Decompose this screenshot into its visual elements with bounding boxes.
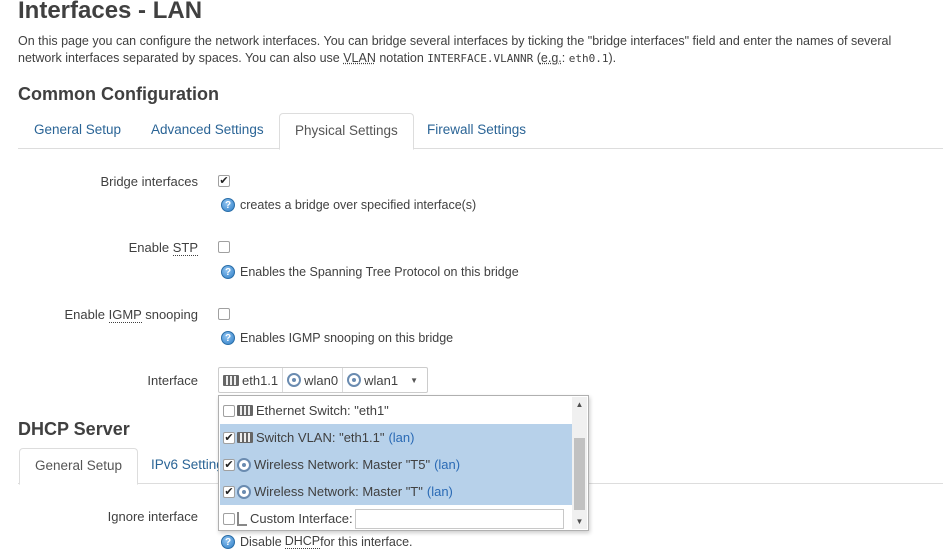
stp-abbr: STP <box>172 240 198 256</box>
option-checkbox[interactable]: ✔ <box>223 431 235 444</box>
option-label: Custom Interface: <box>250 511 353 526</box>
enable-stp-checkbox[interactable] <box>218 241 230 253</box>
wireless-icon <box>237 484 251 499</box>
enable-igmp-hint-text: Enables IGMP snooping on this bridge <box>240 331 454 345</box>
vlan-abbr: VLAN <box>343 51 376 65</box>
option-label: Ethernet Switch: "eth1" <box>256 403 389 418</box>
interface-option-ethernet-switch[interactable]: Ethernet Switch: "eth1" <box>220 397 572 424</box>
dhcp-abbr: DHCP <box>284 534 321 549</box>
enable-igmp-hint: ? Enables IGMP snooping on this bridge <box>221 331 453 345</box>
zone-tag: (lan) <box>434 457 461 472</box>
enable-stp-hint-text: Enables the Spanning Tree Protocol on th… <box>240 265 519 279</box>
custom-interface-input[interactable] <box>354 508 564 529</box>
dhcp-server-title: DHCP Server <box>18 419 130 439</box>
chip-label: eth1.1 <box>242 372 279 388</box>
label-text: Enable <box>128 240 173 255</box>
label-text: snooping <box>141 307 198 322</box>
interface-option-wireless-t[interactable]: ✔ Wireless Network: Master "T" (lan) <box>220 478 572 505</box>
label-text: Enable <box>64 307 109 322</box>
option-label: Wireless Network: Master "T" <box>254 484 423 499</box>
option-checkbox[interactable] <box>223 512 235 525</box>
interface-option-custom[interactable]: Custom Interface: <box>220 505 572 532</box>
interface-chip-wlan1: wlan1 <box>343 368 402 392</box>
option-label: Wireless Network: Master "T5" <box>254 457 431 472</box>
interface-dropdown-list: Ethernet Switch: "eth1" ✔ Switch VLAN: "… <box>218 395 589 531</box>
scrollbar-thumb[interactable] <box>574 438 585 510</box>
ignore-interface-label: Ignore interface <box>107 509 198 524</box>
switch-icon <box>237 405 253 416</box>
interface-option-switch-vlan[interactable]: ✔ Switch VLAN: "eth1.1" (lan) <box>220 424 572 451</box>
intro-text: notation <box>375 51 428 65</box>
enable-stp-label: Enable STP <box>0 240 198 256</box>
intro-text: : <box>561 51 569 65</box>
option-checkbox[interactable] <box>223 404 235 417</box>
hint-text: Disable <box>240 534 282 549</box>
dropdown-scrollbar[interactable]: ▲ ▼ <box>572 397 587 529</box>
help-icon: ? <box>221 198 235 212</box>
intro-text: ). <box>608 51 617 65</box>
interface-chip-wlan0: wlan0 <box>283 368 344 392</box>
interface-label: Interface <box>147 373 198 388</box>
chevron-down-icon[interactable]: ▼ <box>410 376 418 385</box>
chip-label: wlan0 <box>304 372 339 388</box>
wireless-icon <box>287 373 302 387</box>
help-icon: ? <box>221 265 235 279</box>
common-config-tabs: General Setup Advanced Settings Physical… <box>18 113 943 150</box>
bridge-interfaces-label: Bridge interfaces <box>100 174 198 189</box>
tab-advanced-settings[interactable]: Advanced Settings <box>136 113 279 149</box>
bridge-interfaces-hint-text: creates a bridge over specified interfac… <box>240 198 477 212</box>
igmp-abbr: IGMP <box>108 307 142 323</box>
interface-option-wireless-t5[interactable]: ✔ Wireless Network: Master "T5" (lan) <box>220 451 572 478</box>
enable-igmp-checkbox[interactable] <box>218 308 230 320</box>
enable-igmp-label: Enable IGMP snooping <box>0 307 198 323</box>
ignore-interface-hint: ? Disable DHCP for this interface. <box>221 534 413 549</box>
intro-text: ( <box>533 51 541 65</box>
help-icon: ? <box>221 534 235 549</box>
enable-stp-hint: ? Enables the Spanning Tree Protocol on … <box>221 265 519 279</box>
tab-firewall-settings[interactable]: Firewall Settings <box>412 113 541 149</box>
interface-chip-eth1-1: eth1.1 <box>219 368 284 392</box>
switch-icon <box>223 374 239 386</box>
option-label: Switch VLAN: "eth1.1" <box>256 430 385 445</box>
scroll-up-icon[interactable]: ▲ <box>572 397 587 412</box>
help-icon: ? <box>221 331 235 345</box>
tab-physical-settings[interactable]: Physical Settings <box>279 113 414 150</box>
switch-icon <box>237 432 253 443</box>
bridge-interfaces-hint: ? creates a bridge over specified interf… <box>221 198 476 212</box>
interface-multiselect[interactable]: eth1.1 wlan0 wlan1 ▼ <box>218 367 428 393</box>
example-code: eth0.1 <box>568 52 609 65</box>
common-configuration-title: Common Configuration <box>18 84 219 104</box>
page-title: Interfaces - LAN <box>18 0 203 24</box>
plug-icon <box>237 511 247 526</box>
hint-text: for this interface. <box>320 534 413 549</box>
chip-label: wlan1 <box>364 372 399 388</box>
tab-general-setup[interactable]: General Setup <box>19 113 136 149</box>
zone-tag: (lan) <box>388 430 415 445</box>
bridge-interfaces-checkbox[interactable]: ✔ <box>218 175 230 187</box>
zone-tag: (lan) <box>426 484 453 499</box>
option-checkbox[interactable]: ✔ <box>223 485 235 498</box>
wireless-icon <box>237 457 251 472</box>
option-checkbox[interactable]: ✔ <box>223 458 235 471</box>
tab-dhcp-general-setup[interactable]: General Setup <box>19 448 139 485</box>
scroll-down-icon[interactable]: ▼ <box>572 514 587 529</box>
page-description: On this page you can configure the netwo… <box>18 33 938 67</box>
eg-abbr: e.g. <box>540 51 562 65</box>
vlan-notation-code: INTERFACE.VLANNR <box>427 52 534 65</box>
wireless-icon <box>347 373 362 387</box>
